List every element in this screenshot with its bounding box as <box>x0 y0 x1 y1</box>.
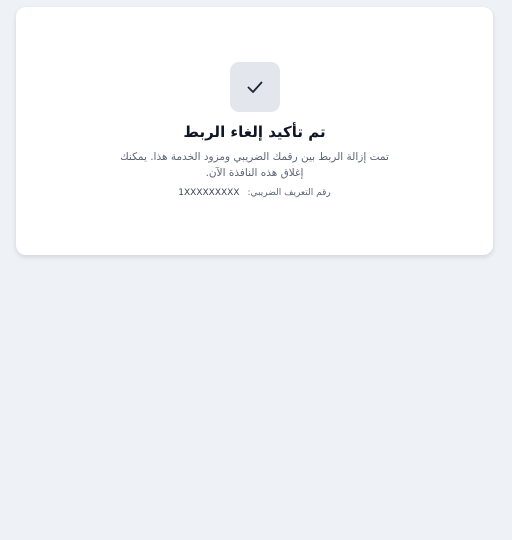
confirmation-message: تمت إزالة الربط بين رقمك الضريبي ومزود ا… <box>120 151 389 179</box>
tax-id-value: 1XXXXXXXXX <box>178 188 240 198</box>
check-icon <box>247 81 263 93</box>
confirmation-title: تم تأكيد إلغاء الربط <box>183 123 326 141</box>
tax-id-row: رقم التعريف الضريبي: 1XXXXXXXXX <box>16 188 493 198</box>
tax-id-label: رقم التعريف الضريبي: <box>247 188 331 198</box>
confirmation-card: تم تأكيد إلغاء الربط تمت إزالة الربط بين… <box>16 7 493 255</box>
check-icon-container <box>230 62 280 112</box>
